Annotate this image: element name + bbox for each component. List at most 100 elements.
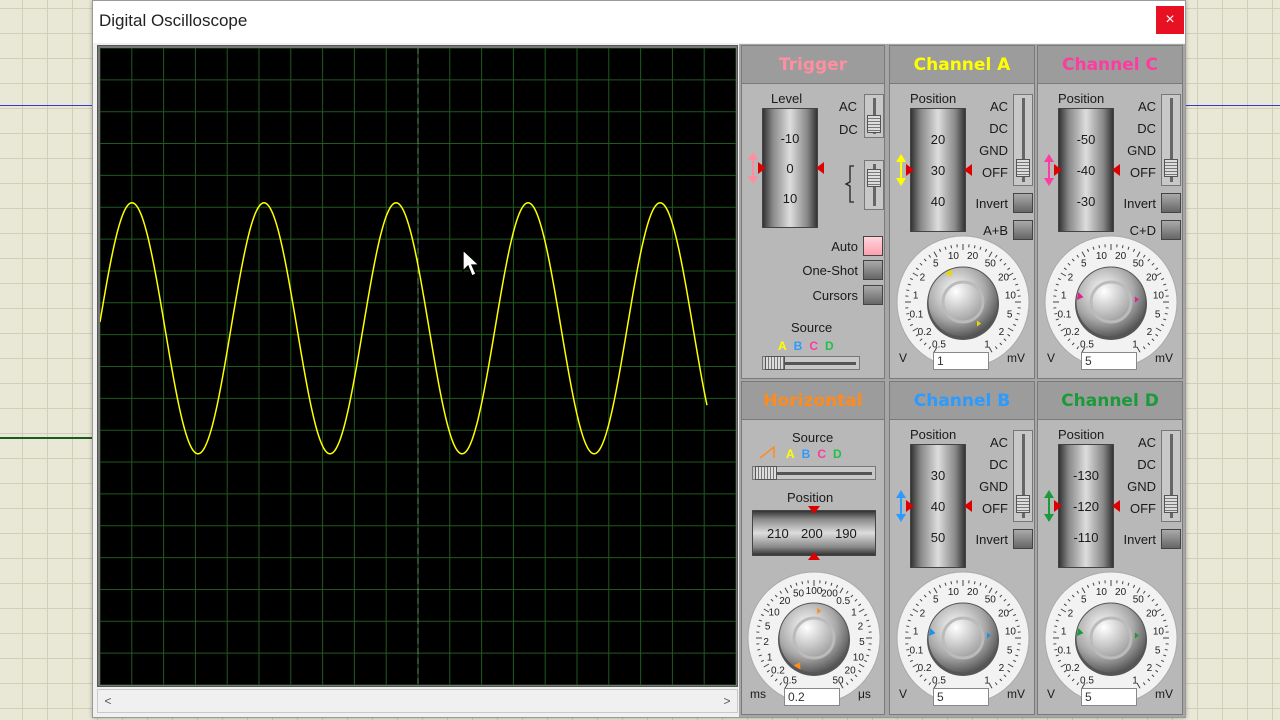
channel-a-position-dial-tick: 40: [930, 194, 946, 209]
channel-c-position-dial-tick: -40: [1076, 163, 1096, 178]
channel-a-volts-knob-scale-label: 2: [920, 272, 926, 283]
channel-c-coupling-gnd: GND: [1127, 143, 1156, 158]
channel-d-volts-knob-scale-label: 0.5: [1080, 676, 1094, 687]
channel-a-volts-knob-value-field[interactable]: 1: [933, 352, 989, 370]
channel-d-volts-knob-scale-label: 10: [1096, 587, 1108, 598]
trigger-level-dial-pointer-left: [758, 162, 766, 174]
channel-a-volts-knob-scale-label: 0.1: [909, 309, 923, 320]
channel-b-invert-label: Invert: [975, 532, 1008, 547]
channel-d-volts-knob-unit-left: V: [1047, 687, 1056, 701]
channel-d-coupling-slider-thumb[interactable]: [1164, 495, 1178, 513]
channel-a-coupling-slider-thumb[interactable]: [1016, 159, 1030, 177]
channel-a-coupling-gnd: GND: [979, 143, 1008, 158]
trigger-auto-button[interactable]: [863, 236, 883, 256]
channel-b-position-dial[interactable]: 30 40 50: [910, 444, 966, 568]
channel-b-volts-knob-value-field[interactable]: 5: [933, 688, 989, 706]
horizontal-source-letter: B: [801, 447, 811, 461]
trigger-source-thumb[interactable]: [765, 356, 785, 370]
timebase-knob-scale-label: 10: [853, 652, 865, 663]
channel-a-position-dial[interactable]: 20 30 40: [910, 108, 966, 232]
channel-b-invert-button[interactable]: [1013, 529, 1033, 549]
channel-c-coupling-slider-thumb[interactable]: [1164, 159, 1178, 177]
channel-d-volts-knob-scale-label: 1: [1061, 626, 1067, 637]
timebase-knob-value-field[interactable]: 0.2: [784, 688, 840, 706]
channel-d-position-dial-pointer-left: [1054, 500, 1062, 512]
channel-c-volts-knob-scale-label: 2: [1068, 272, 1074, 283]
channel-c-volts-knob-scale-label: 10: [1153, 290, 1165, 301]
trigger-oneshot-button[interactable]: [863, 260, 883, 280]
channel-b-title: Channel B: [890, 382, 1034, 420]
channel-c-volts-knob-scale-label: 0.5: [1080, 340, 1094, 351]
channel-c-position-dial[interactable]: -50 -40 -30: [1058, 108, 1114, 232]
ramp-icon: [759, 445, 779, 459]
channel-a-invert-button[interactable]: [1013, 193, 1033, 213]
trigger-coupling-slider-thumb[interactable]: [867, 115, 881, 133]
horizontal-source-letter: C: [817, 447, 827, 461]
horizontal-position-tick: 200: [801, 526, 823, 541]
oscilloscope-window: Digital Oscilloscope × < > Trigger Level -…: [92, 0, 1186, 718]
trigger-cursors-label: Cursors: [812, 288, 858, 303]
close-button[interactable]: ×: [1156, 6, 1184, 34]
window-title: Digital Oscilloscope: [99, 11, 248, 30]
trigger-source-slider[interactable]: [762, 356, 860, 370]
channel-b-volts-knob-scale-label: 1: [984, 676, 990, 687]
channel-b-coupling-ac: AC: [989, 435, 1008, 450]
channel-c-position-dial-tick: -50: [1076, 132, 1096, 147]
trigger-title: Trigger: [742, 46, 884, 84]
channel-d-coupling-gnd: GND: [1127, 479, 1156, 494]
trigger-section: Trigger Level -10 0 10 AC DC Auto One-Shot Cursor…: [741, 45, 885, 379]
trigger-edge-slider[interactable]: [864, 160, 884, 210]
channel-c-volts-knob-scale-label: 1: [1132, 340, 1138, 351]
horizontal-position-dial[interactable]: 210 200 190: [752, 510, 876, 556]
channel-d-volts-knob-scale-label: 0.1: [1057, 645, 1071, 656]
channel-d-volts-knob-scale-label: 5: [1155, 645, 1161, 656]
channel-c-coupling-slider[interactable]: [1161, 94, 1181, 186]
horizontal-scrollbar[interactable]: < >: [97, 689, 738, 713]
trigger-edge-slider-thumb[interactable]: [867, 169, 881, 187]
channel-a-volts-knob[interactable]: 0.5 0.2 0.1 1 2 5 10 20 50 20 10 5 2 1 VmV 1: [893, 232, 1033, 372]
channel-c-section: Channel C Position -50 -40 -30 AC DC GND OFF Inve…: [1037, 45, 1183, 379]
channel-b-volts-knob[interactable]: 0.5 0.2 0.1 1 2 5 10 20 50 20 10 5 2 1 VmV 5: [893, 568, 1033, 708]
channel-d-position-dial[interactable]: -130 -120 -110: [1058, 444, 1114, 568]
channel-c-volts-knob-value-field[interactable]: 5: [1081, 352, 1137, 370]
horizontal-section: Horizontal Source A B C D Position 210 200 190 0.5…: [741, 381, 885, 715]
channel-d-invert-label: Invert: [1123, 532, 1156, 547]
channel-d-invert-button[interactable]: [1161, 529, 1181, 549]
scroll-left-icon[interactable]: <: [100, 692, 116, 710]
channel-c-volts-knob[interactable]: 0.5 0.2 0.1 1 2 5 10 20 50 20 10 5 2 1 VmV 5: [1041, 232, 1181, 372]
channel-a-volts-knob-scale-label: 20: [998, 272, 1010, 283]
timebase-knob[interactable]: 0.5 0.2 1 2 5 10 20 50 100 200 0.5 1 2 5 10 20 50 ms μs 0.2: [744, 568, 884, 708]
timebase-knob-scale-label: 5: [859, 637, 865, 648]
channel-d-position-dial-tick: -120: [1072, 499, 1100, 514]
trigger-level-label: Level: [771, 91, 803, 106]
trigger-level-dial-pointer-right: [816, 162, 824, 174]
channel-a-coupling-slider[interactable]: [1013, 94, 1033, 186]
channel-a-position-label: Position: [910, 91, 957, 106]
trigger-cursors-button[interactable]: [863, 285, 883, 305]
timebase-knob-unit-left: ms: [750, 687, 766, 701]
channel-d-volts-knob-value-field[interactable]: 5: [1081, 688, 1137, 706]
trigger-dc-label: DC: [839, 122, 858, 137]
channel-b-coupling-slider[interactable]: [1013, 430, 1033, 522]
scroll-right-icon[interactable]: >: [719, 692, 735, 710]
channel-d-coupling-slider[interactable]: [1161, 430, 1181, 522]
channel-c-position-dial-tick: -30: [1076, 194, 1096, 209]
timebase-knob-scale-label: 50: [832, 676, 844, 687]
timebase-knob-scale-label: 20: [779, 596, 791, 607]
horizontal-source-slider[interactable]: [752, 466, 876, 480]
channel-a-coupling-ac: AC: [989, 99, 1008, 114]
channel-a-volts-knob-scale-label: 2: [999, 327, 1005, 338]
trigger-source-letter: B: [793, 339, 803, 353]
channel-b-coupling-slider-thumb[interactable]: [1016, 495, 1030, 513]
channel-a-volts-knob-scale-label: 5: [933, 258, 939, 269]
title-bar[interactable]: Digital Oscilloscope ×: [93, 1, 1185, 43]
horizontal-source-thumb[interactable]: [755, 466, 777, 480]
trigger-level-dial[interactable]: -10 0 10: [762, 108, 818, 228]
channel-c-invert-button[interactable]: [1161, 193, 1181, 213]
trigger-coupling-slider[interactable]: [864, 94, 884, 138]
timebase-knob-scale-label: 0.5: [783, 676, 797, 687]
schematic-wire: [0, 437, 95, 439]
channel-d-volts-knob-scale-label: 50: [1133, 594, 1145, 605]
channel-d-volts-knob[interactable]: 0.5 0.2 0.1 1 2 5 10 20 50 20 10 5 2 1 VmV 5: [1041, 568, 1181, 708]
channel-c-position-dial-pointer-left: [1054, 164, 1062, 176]
